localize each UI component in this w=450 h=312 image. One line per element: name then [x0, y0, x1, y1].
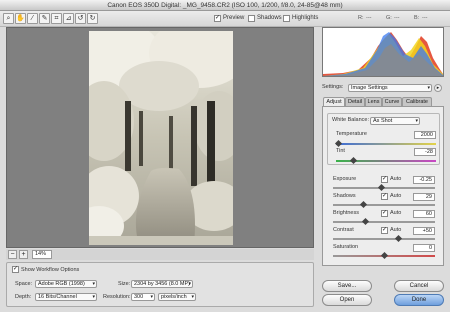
- histogram: [322, 27, 444, 77]
- brightness-label: Brightness: [333, 210, 359, 216]
- crop-tool-icon[interactable]: ⌗: [51, 13, 62, 24]
- saturation-slider-thumb[interactable]: [380, 251, 389, 260]
- shadows-clipping-label: Shadows: [257, 15, 282, 21]
- white-balance-dropdown[interactable]: As Shot: [370, 117, 420, 125]
- save-button[interactable]: Save...: [322, 280, 372, 292]
- temperature-slider-thumb[interactable]: [334, 139, 343, 148]
- adjustment-tabs: Adjust Detail Lens Curve Calibrate: [322, 97, 444, 107]
- shadows-clipping-checkbox[interactable]: [248, 15, 255, 22]
- settings-dropdown[interactable]: Image Settings: [348, 84, 432, 92]
- contrast-slider[interactable]: [333, 238, 435, 240]
- show-workflow-label: Show Workflow Options: [21, 267, 80, 273]
- temperature-label: Temperature: [336, 131, 367, 137]
- zoom-out-button[interactable]: −: [8, 250, 17, 259]
- adjust-panel: White Balance: As Shot Temperature 2000 …: [322, 106, 444, 266]
- saturation-label: Saturation: [333, 244, 359, 250]
- contrast-label: Contrast: [333, 227, 354, 233]
- tint-value[interactable]: -28: [414, 148, 436, 156]
- hand-tool-icon[interactable]: ✋: [15, 13, 26, 24]
- space-label: Space:: [15, 281, 33, 287]
- infrared-forest-path-photo: [89, 31, 233, 245]
- toolbar: ⌕ ✋ ⁄ ✎ ⌗ ⊿ ↺ ↻ ✓ Preview Shadows Highli…: [0, 11, 450, 27]
- white-balance-group: White Balance: As Shot Temperature 2000 …: [327, 113, 440, 165]
- open-button[interactable]: Open: [322, 294, 372, 306]
- depth-dropdown[interactable]: 16 Bits/Channel: [35, 293, 97, 301]
- resolution-unit-dropdown[interactable]: pixels/inch: [158, 293, 196, 301]
- resolution-field[interactable]: 300: [131, 293, 155, 301]
- rgb-r-label: R:: [358, 15, 364, 21]
- preview-checkbox[interactable]: ✓: [214, 15, 221, 22]
- saturation-value[interactable]: 0: [413, 244, 435, 252]
- shadows-slider[interactable]: [333, 204, 435, 206]
- tint-slider-thumb[interactable]: [349, 156, 358, 165]
- shadows-auto-label: Auto: [390, 193, 402, 199]
- settings-menu-icon[interactable]: ▸: [434, 84, 442, 92]
- size-dropdown[interactable]: 2304 by 3456 (8.0 MP): [131, 280, 193, 288]
- done-button[interactable]: Done: [394, 294, 444, 306]
- rotate-right-icon[interactable]: ↻: [87, 13, 98, 24]
- cancel-button[interactable]: Cancel: [394, 280, 444, 292]
- rotate-left-icon[interactable]: ↺: [75, 13, 86, 24]
- window-title-bar: Canon EOS 350D Digital: _MG_9458.CR2 (IS…: [0, 0, 450, 11]
- tab-detail[interactable]: Detail: [345, 97, 365, 106]
- tab-calibrate[interactable]: Calibrate: [402, 97, 432, 106]
- shadows-value[interactable]: 29: [413, 193, 435, 201]
- tint-label: Tint: [336, 148, 345, 154]
- exposure-slider-thumb[interactable]: [377, 183, 386, 192]
- shadows-slider-thumb[interactable]: [359, 200, 368, 209]
- highlights-clipping-checkbox[interactable]: [283, 15, 290, 22]
- tab-lens[interactable]: Lens: [365, 97, 382, 106]
- tab-curve[interactable]: Curve: [382, 97, 402, 106]
- color-sampler-tool-icon[interactable]: ✎: [39, 13, 50, 24]
- rgb-r-value: ---: [366, 15, 372, 21]
- brightness-value[interactable]: 60: [413, 210, 435, 218]
- contrast-value[interactable]: +50: [413, 227, 435, 235]
- size-label: Size:: [118, 281, 131, 287]
- brightness-auto-label: Auto: [390, 210, 402, 216]
- rgb-g-label: G:: [386, 15, 392, 21]
- brightness-slider-thumb[interactable]: [361, 217, 370, 226]
- show-workflow-checkbox[interactable]: ✓: [12, 266, 19, 273]
- straighten-tool-icon[interactable]: ⊿: [63, 13, 74, 24]
- rgb-g-value: ---: [394, 15, 400, 21]
- temperature-slider[interactable]: [336, 143, 436, 145]
- exposure-value[interactable]: -0.25: [413, 176, 435, 184]
- zoom-level-field[interactable]: 14%: [32, 250, 52, 259]
- white-balance-label: White Balance:: [332, 117, 369, 123]
- contrast-auto-checkbox[interactable]: ✓: [381, 227, 388, 234]
- preview-label: Preview: [223, 15, 245, 21]
- rgb-b-label: B:: [414, 15, 420, 21]
- brightness-slider[interactable]: [333, 221, 435, 223]
- temperature-value[interactable]: 2000: [414, 131, 436, 139]
- contrast-slider-thumb[interactable]: [394, 234, 403, 243]
- settings-row: Settings: Image Settings ▸: [322, 83, 444, 93]
- window-title: Canon EOS 350D Digital: _MG_9458.CR2 (IS…: [107, 2, 343, 9]
- eyedropper-tool-icon[interactable]: ⁄: [27, 13, 38, 24]
- zoom-bar: − + 14%: [6, 249, 314, 260]
- exposure-auto-checkbox[interactable]: ✓: [381, 176, 388, 183]
- shadows-auto-checkbox[interactable]: ✓: [381, 193, 388, 200]
- zoom-tool-icon[interactable]: ⌕: [3, 13, 14, 24]
- zoom-in-button[interactable]: +: [19, 250, 28, 259]
- contrast-auto-label: Auto: [390, 227, 402, 233]
- image-preview-area[interactable]: [6, 27, 314, 248]
- settings-label: Settings:: [322, 84, 344, 90]
- exposure-auto-label: Auto: [390, 176, 402, 182]
- exposure-label: Exposure: [333, 176, 357, 182]
- rgb-b-value: ---: [422, 15, 428, 21]
- depth-label: Depth:: [15, 294, 32, 300]
- resolution-label: Resolution:: [103, 294, 131, 300]
- shadows-label: Shadows: [333, 193, 356, 199]
- highlights-clipping-label: Highlights: [292, 15, 319, 21]
- brightness-auto-checkbox[interactable]: ✓: [381, 210, 388, 217]
- workflow-options-panel: ✓ Show Workflow Options Space: Adobe RGB…: [6, 262, 314, 307]
- space-dropdown[interactable]: Adobe RGB (1998): [35, 280, 97, 288]
